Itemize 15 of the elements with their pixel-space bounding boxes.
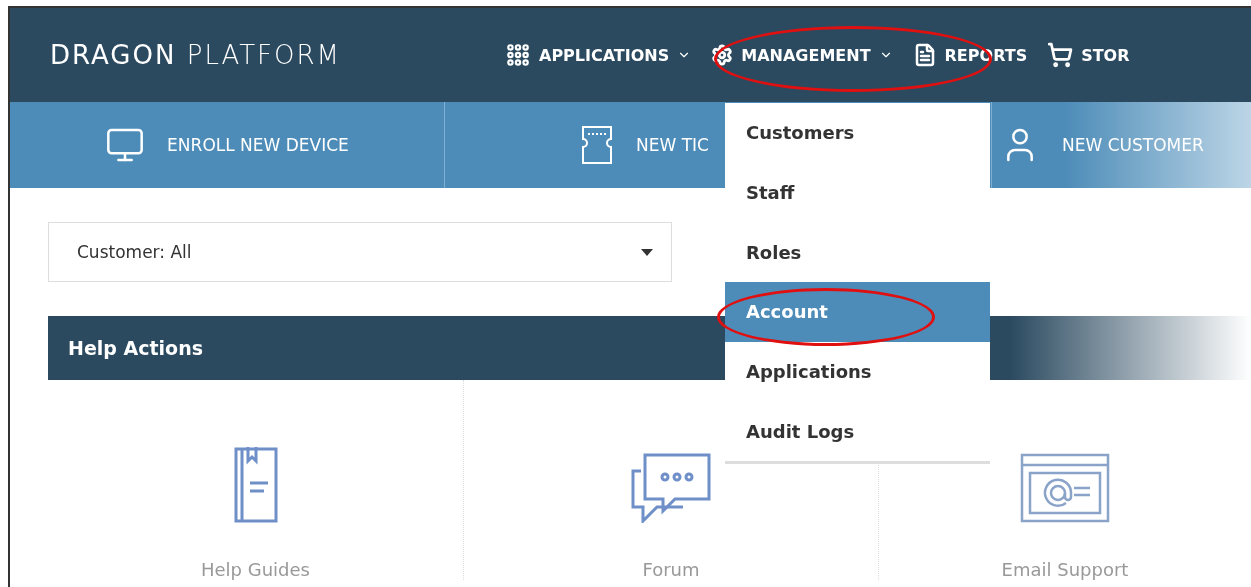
chat-icon	[631, 453, 711, 523]
ticket-icon	[580, 125, 614, 165]
nav-menu-item[interactable]: APPLICATIONS	[495, 42, 702, 68]
nav-menu-item[interactable]: MANAGEMENT	[701, 44, 903, 66]
email-window-icon	[1020, 453, 1110, 523]
dropdown-caret-icon	[641, 248, 653, 256]
action-button[interactable]: ENROLL NEW DEVICE	[10, 102, 445, 188]
brand-logo: DRAGON PLATFORM	[50, 40, 343, 70]
customer-select[interactable]: Customer: All	[48, 222, 672, 282]
book-icon	[233, 445, 278, 523]
menu-item[interactable]: Account	[725, 282, 990, 342]
cart-icon	[1047, 42, 1074, 68]
nav-menu-item[interactable]: STOR	[1037, 42, 1140, 68]
grid-icon	[505, 42, 531, 68]
gear-icon	[711, 44, 734, 66]
